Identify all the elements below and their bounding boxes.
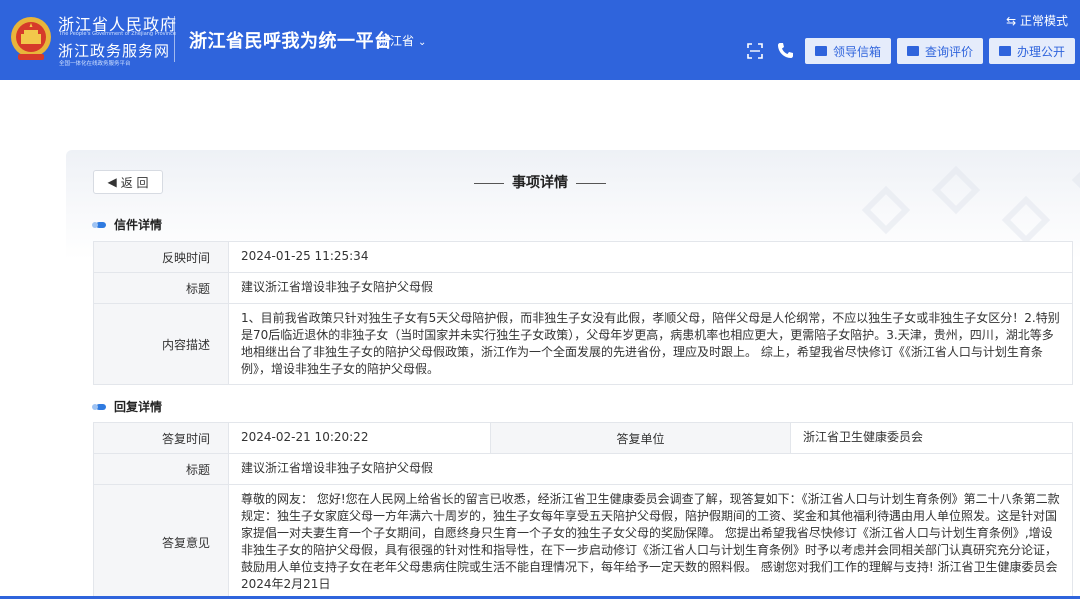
chevron-down-icon: ⌄: [418, 37, 427, 48]
letter-time-value: 2024-01-25 11:25:34: [228, 241, 1073, 273]
letter-heading: 信件详情: [92, 216, 163, 233]
reply-heading-text: 回复详情: [114, 400, 163, 414]
letter-title-value: 建议浙江省增设非独子女陪护父母假: [228, 272, 1073, 304]
scan-icon[interactable]: [747, 43, 763, 59]
table-row: 答复时间 2024-02-21 10:20:22 答复单位 浙江省卫生健康委员会: [93, 422, 1073, 454]
national-emblem-icon: [11, 17, 51, 60]
comment-icon: [907, 46, 919, 56]
reply-title-value: 建议浙江省增设非独子女陪护父母假: [228, 453, 1073, 485]
handle-public-button[interactable]: 办理公开: [989, 38, 1076, 64]
reply-opinion-label: 答复意见: [93, 483, 229, 599]
table-row: 反映时间 2024-01-25 11:25:34: [93, 241, 1073, 273]
bullet-icon: [92, 403, 106, 410]
bullet-icon: [92, 221, 106, 228]
table-row: 内容描述 1、目前我省政策只针对独生子女有5天父母陪护假，而非独生子女没有此假，…: [93, 302, 1073, 386]
letter-content-label: 内容描述: [93, 302, 229, 386]
query-review-button[interactable]: 查询评价: [897, 38, 984, 64]
reply-time-label: 答复时间: [93, 422, 229, 454]
title-line-right: [576, 182, 606, 184]
region-select[interactable]: 浙江省 ⌄: [378, 32, 426, 49]
leader-mailbox-button[interactable]: 领导信箱: [805, 38, 892, 64]
title-line-left: [474, 182, 504, 184]
letter-table: 反映时间 2024-01-25 11:25:34 标题 建议浙江省增设非独子女陪…: [93, 241, 1073, 386]
leader-mailbox-label: 领导信箱: [833, 44, 882, 59]
handle-public-label: 办理公开: [1017, 44, 1066, 59]
phone-icon[interactable]: [777, 42, 793, 59]
region-label: 浙江省: [378, 34, 415, 48]
letter-content-value: 1、目前我省政策只针对独生子女有5天父母陪护假，而非独生子女没有此假，孝顺父母，…: [228, 302, 1073, 386]
table-row: 标题 建议浙江省增设非独子女陪护父母假: [93, 272, 1073, 304]
mail-icon: [815, 46, 827, 56]
reply-heading: 回复详情: [92, 398, 163, 415]
reply-title-label: 标题: [93, 453, 229, 485]
service-name[interactable]: 浙江政务服务网: [58, 40, 170, 61]
letter-time-label: 反映时间: [93, 241, 229, 273]
letter-heading-text: 信件详情: [114, 218, 163, 232]
reply-time-value: 2024-02-21 10:20:22: [228, 422, 491, 454]
mode-switch[interactable]: ⇆ 正常模式: [1006, 12, 1068, 29]
switch-mode-icon: ⇆: [1006, 14, 1017, 28]
book-icon: [999, 46, 1011, 56]
reply-opinion-value: 尊敬的网友： 您好!您在人民网上给省长的留言已收悉，经浙江省卫生健康委员会调查了…: [228, 483, 1073, 599]
page-title-text: 事项详情: [512, 175, 568, 191]
table-row: 答复意见 尊敬的网友： 您好!您在人民网上给省长的留言已收悉，经浙江省卫生健康委…: [93, 483, 1073, 599]
top-header: 浙江省人民政府 The People's Government of Zheji…: [0, 0, 1080, 80]
reply-unit-value: 浙江省卫生健康委员会: [790, 422, 1073, 454]
header-divider: [174, 16, 175, 62]
page-title: 事项详情: [0, 172, 1080, 192]
query-review-label: 查询评价: [925, 44, 974, 59]
reply-table: 答复时间 2024-02-21 10:20:22 答复单位 浙江省卫生健康委员会…: [93, 422, 1073, 599]
reply-unit-label: 答复单位: [490, 422, 791, 454]
service-subtitle: 全国一体化在线政务服务平台: [59, 61, 131, 67]
letter-title-label: 标题: [93, 272, 229, 304]
platform-title[interactable]: 浙江省民呼我为统一平台: [189, 27, 393, 53]
gov-name-en: The People's Government of Zhejiang Prov…: [59, 31, 176, 37]
table-row: 标题 建议浙江省增设非独子女陪护父母假: [93, 453, 1073, 485]
mode-label: 正常模式: [1019, 14, 1068, 28]
